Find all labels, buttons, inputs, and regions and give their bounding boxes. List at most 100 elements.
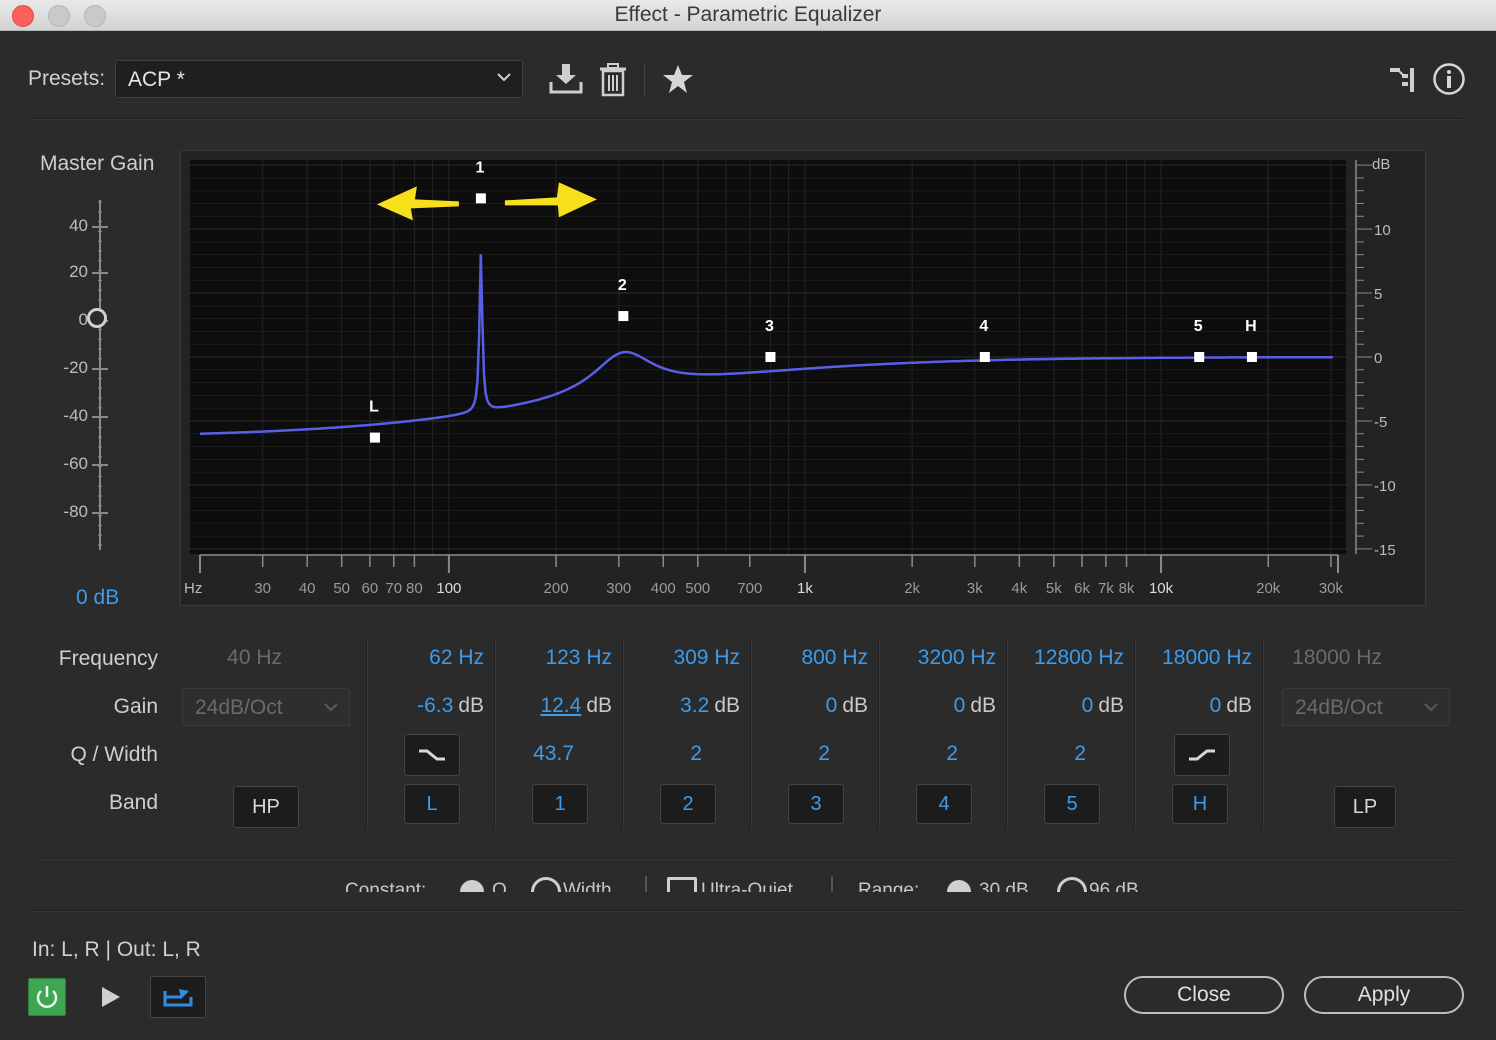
band-gain[interactable]: 0 dB [878, 694, 996, 718]
preset-dropdown[interactable]: ACP * [115, 60, 523, 98]
divider [30, 910, 1462, 912]
master-gain-title: Master Gain [40, 152, 155, 175]
freq-tick-label: 40 [299, 580, 316, 597]
hp-slope-dropdown[interactable]: 24dB/Oct [182, 688, 350, 726]
apply-button[interactable]: Apply [1304, 976, 1464, 1014]
band-button-4[interactable]: 4 [916, 784, 972, 824]
band-gain[interactable]: 0 dB [1134, 694, 1252, 718]
freq-tick-label: 30 [254, 580, 271, 597]
range-30db-radio[interactable] [947, 880, 971, 892]
band-frequency[interactable]: 62 Hz [366, 646, 484, 670]
band-gain-value[interactable]: 0 [954, 694, 966, 717]
routing-icon[interactable] [1388, 64, 1418, 94]
master-gain-major-tick [92, 464, 108, 466]
band-q-width[interactable]: 43.7 [494, 742, 574, 766]
master-gain-value[interactable]: 0 dB [76, 586, 119, 610]
band-gain[interactable]: 0 dB [1006, 694, 1124, 718]
band-button-2[interactable]: 2 [660, 784, 716, 824]
band-handle-l[interactable] [369, 432, 380, 443]
ultra-quiet-label: Ultra-Quiet [701, 880, 793, 892]
window-title: Effect - Parametric Equalizer [614, 3, 882, 26]
high-shelf-toggle[interactable] [1174, 734, 1230, 776]
band-q-width[interactable]: 2 [622, 742, 702, 766]
master-gain-major-tick [92, 512, 108, 514]
play-icon[interactable] [98, 984, 124, 1010]
band-frequency[interactable]: 12800 Hz [1006, 646, 1124, 670]
band-gain-unit: dB [714, 694, 740, 717]
band-gain[interactable]: -6.3 dB [366, 694, 484, 718]
band-frequency[interactable]: 800 Hz [750, 646, 868, 670]
band-button-1[interactable]: 1 [532, 784, 588, 824]
ultra-quiet-checkbox[interactable] [667, 877, 697, 892]
master-gain-slider-track[interactable] [88, 200, 112, 552]
band-frequency[interactable]: 18000 Hz [1134, 646, 1252, 670]
master-gain-major-tick [92, 226, 108, 228]
band-handle-h[interactable] [1246, 352, 1257, 362]
hp-frequency[interactable]: 40 Hz [180, 646, 282, 670]
band-handle-3[interactable] [765, 352, 776, 362]
divider [831, 876, 833, 892]
band-button-hp[interactable]: HP [233, 786, 299, 828]
master-gain-tick-label: -20 [63, 358, 88, 377]
io-routing-text: In: L, R | Out: L, R [32, 938, 201, 961]
master-gain-slider-handle[interactable] [87, 308, 107, 328]
band-button-h[interactable]: H [1172, 784, 1228, 824]
band-button-lp[interactable]: LP [1334, 786, 1396, 828]
delete-preset-icon[interactable] [598, 62, 628, 98]
band-gain-value[interactable]: 12.4 [540, 694, 581, 717]
presets-label: Presets: [28, 67, 106, 90]
band-frequency[interactable]: 123 Hz [494, 646, 612, 670]
band-q-width[interactable]: 2 [1006, 742, 1086, 766]
band-gain[interactable]: 12.4 dB [494, 694, 612, 718]
freq-tick-label: 80 [406, 580, 423, 597]
band-button-l[interactable]: L [404, 784, 460, 824]
column-separator [1262, 640, 1264, 828]
eq-graph[interactable]: 1050-5-10-15dBHz 30 40 50 60 70 80 100 200 300 400… [180, 150, 1426, 606]
save-preset-icon[interactable] [548, 62, 584, 96]
freq-tick-label: 10k [1149, 580, 1174, 597]
band-handle-2[interactable] [618, 311, 629, 322]
high-shelf-icon [1189, 749, 1215, 761]
band-handle-label: 1 [475, 159, 484, 176]
band-handle-5[interactable] [1194, 352, 1205, 362]
loop-playback-button[interactable] [150, 976, 206, 1018]
band-handle-label: L [369, 399, 379, 416]
band-button-3[interactable]: 3 [788, 784, 844, 824]
band-gain-value[interactable]: 0 [1210, 694, 1222, 717]
band-gain-value[interactable]: -6.3 [417, 694, 453, 717]
band-gain-value[interactable]: 3.2 [680, 694, 709, 717]
band-gain-value[interactable]: 0 [826, 694, 838, 717]
band-frequency[interactable]: 309 Hz [622, 646, 740, 670]
freq-tick-label: 300 [606, 580, 631, 597]
freq-tick-label: 1k [797, 580, 813, 597]
band-button-5[interactable]: 5 [1044, 784, 1100, 824]
range-96db-radio[interactable] [1057, 877, 1087, 892]
band-gain-unit: dB [1226, 694, 1252, 717]
chevron-down-icon [1424, 703, 1438, 712]
band-handle-4[interactable] [979, 352, 990, 362]
info-icon[interactable] [1432, 62, 1466, 96]
db-tick-label: -15 [1374, 542, 1396, 559]
power-toggle-button[interactable] [28, 978, 66, 1016]
lp-frequency[interactable]: 18000 Hz [1270, 646, 1382, 670]
band-gain[interactable]: 0 dB [750, 694, 868, 718]
constant-q-radio[interactable] [460, 880, 484, 892]
low-shelf-icon [419, 749, 445, 761]
band-gain[interactable]: 3.2 dB [622, 694, 740, 718]
close-button[interactable]: Close [1124, 976, 1284, 1014]
favorite-star-icon[interactable] [662, 63, 694, 95]
master-gain-major-tick [92, 416, 108, 418]
band-q-width[interactable]: 2 [750, 742, 830, 766]
band-handle-label: H [1245, 318, 1257, 335]
row-label-band: Band [108, 791, 158, 814]
band-gain-value[interactable]: 0 [1082, 694, 1094, 717]
band-q-width[interactable]: 2 [878, 742, 958, 766]
divider [30, 118, 1462, 120]
master-gain-major-tick [92, 272, 108, 274]
band-frequency[interactable]: 3200 Hz [878, 646, 996, 670]
band-handle-1[interactable] [475, 193, 486, 204]
low-shelf-toggle[interactable] [404, 734, 460, 776]
lp-slope-dropdown[interactable]: 24dB/Oct [1282, 688, 1450, 726]
constant-width-radio[interactable] [531, 877, 561, 892]
options-strip: Constant: Q Width Ultra-Quiet Range: 30 … [345, 876, 1165, 892]
